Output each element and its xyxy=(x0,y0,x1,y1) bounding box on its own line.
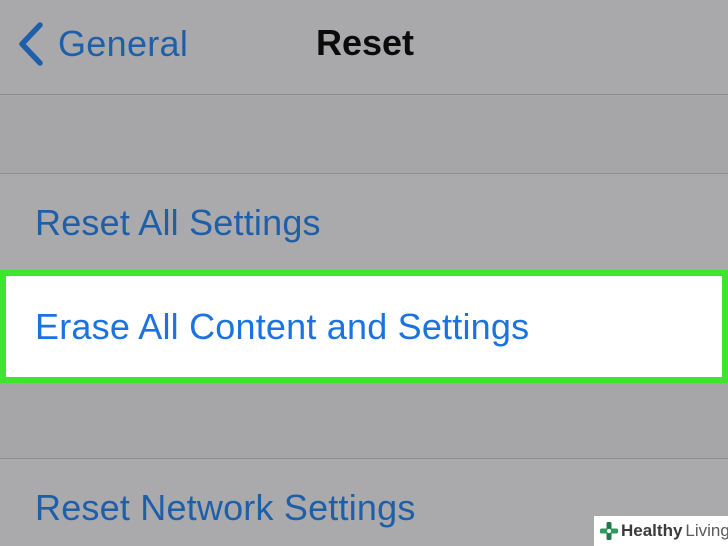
section-spacer xyxy=(0,95,728,173)
cross-logo-icon xyxy=(599,520,621,542)
section-spacer xyxy=(0,383,728,458)
reset-network-settings-label: Reset Network Settings xyxy=(35,487,416,528)
watermark-brand-light: Living xyxy=(685,521,728,540)
erase-all-content-row[interactable]: Erase All Content and Settings xyxy=(0,270,728,383)
reset-all-settings-row[interactable]: Reset All Settings xyxy=(0,173,728,270)
watermark-brand-bold: Healthy xyxy=(621,521,683,540)
erase-all-content-label: Erase All Content and Settings xyxy=(35,306,530,347)
watermark: Healthy Living xyxy=(594,516,728,546)
reset-all-settings-label: Reset All Settings xyxy=(35,202,321,243)
navigation-bar: General Reset xyxy=(0,0,728,95)
page-title: Reset xyxy=(315,22,415,63)
